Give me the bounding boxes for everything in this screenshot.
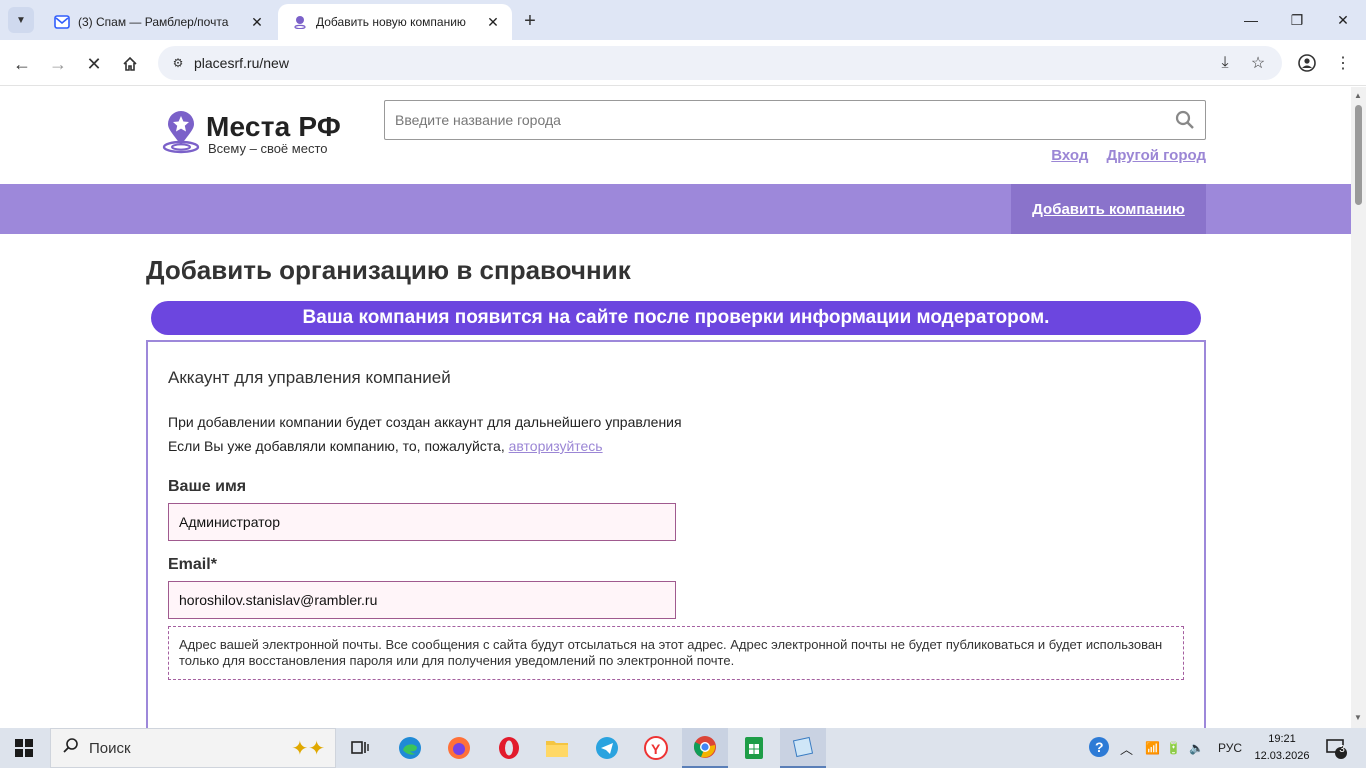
notepad-icon[interactable] [780,728,826,768]
map-pin-icon [292,14,308,30]
bookmark-star-icon[interactable]: ☆ [1245,50,1271,76]
login-prompt-text: Если Вы уже добавляли компанию, то, пожа… [168,438,509,454]
task-view-icon[interactable] [337,728,383,768]
file-explorer-icon[interactable] [534,728,580,768]
close-window-icon[interactable]: ✕ [1320,0,1366,40]
help-icon[interactable]: ? [1088,728,1112,768]
telegram-icon[interactable] [584,728,630,768]
taskbar-search[interactable]: Поиск ✦✦ [50,728,336,768]
site-settings-icon[interactable]: ⚙ [164,56,192,70]
home-icon[interactable] [116,50,144,78]
notifications-icon[interactable]: 3 [1324,736,1348,760]
web-page: Места РФ Всему – своё место Вход Другой … [0,87,1351,728]
main-nav-bar: Добавить компанию [0,184,1351,234]
email-label: Email* [168,556,217,573]
scroll-up-icon[interactable]: ▲ [1354,91,1362,100]
windows-start-icon[interactable] [0,728,48,768]
add-company-link[interactable]: Добавить компанию [1011,184,1206,234]
restore-icon[interactable]: ❐ [1274,0,1320,40]
install-app-icon[interactable]: ⤓ [1212,50,1238,76]
logo-pin-icon [162,111,200,154]
scroll-down-icon[interactable]: ▼ [1354,713,1362,722]
taskbar-search-label: Поиск [89,739,131,757]
notification-count: 3 [1339,744,1345,755]
address-url: placesrf.ru/new [194,55,289,71]
windows-taskbar: Поиск ✦✦ Y ? ︿ 📶 🔋 🔈 РУС 19:21 12.03.202… [0,728,1366,768]
city-search-box [384,100,1206,140]
tab-title: (3) Спам — Рамблер/почта [78,15,229,29]
back-arrow-icon[interactable]: ← [8,50,36,78]
close-tab-icon[interactable]: ✕ [246,11,268,33]
tab-title: Добавить новую компанию [316,15,466,29]
name-label: Ваше имя [168,478,247,495]
tab-search-button[interactable]: ▼ [8,7,34,33]
browser-toolbar: ← → ✕ ⚙ placesrf.ru/new ⤓ ☆ ⋮ [0,40,1366,86]
svg-text:?: ? [1095,739,1104,755]
search-icon [63,737,79,759]
language-indicator[interactable]: РУС [1218,728,1242,768]
search-icon[interactable] [1165,110,1205,130]
browser-tab-bar: ▼ (3) Спам — Рамблер/почта ✕ Добавить но… [0,0,1366,40]
new-tab-plus-icon[interactable]: + [518,9,542,33]
close-tab-icon[interactable]: ✕ [482,11,504,33]
scrollbar-thumb[interactable] [1355,105,1362,205]
forward-arrow-icon[interactable]: → [44,50,72,78]
battery-icon[interactable]: 🔋 [1166,728,1181,768]
section-title: Аккаунт для управления компанией [168,368,451,387]
info-text: При добавлении компании будет создан акк… [168,414,682,430]
email-field[interactable] [168,581,676,619]
clock-time: 19:21 [1268,733,1296,745]
brand-tagline: Всему – своё место [208,141,328,156]
authorize-link[interactable]: авторизуйтесь [509,438,603,454]
site-logo[interactable]: Места РФ Всему – своё место [162,111,362,159]
name-field[interactable] [168,503,676,541]
tab-rambler-mail[interactable]: (3) Спам — Рамблер/почта ✕ [40,4,276,40]
mail-icon [54,14,70,30]
header-links: Вход Другой город [1037,147,1206,164]
svg-text:Y: Y [651,741,661,757]
firefox-icon[interactable] [436,728,482,768]
email-hint: Адрес вашей электронной почты. Все сообщ… [168,626,1184,680]
account-form: Аккаунт для управления компанией При доб… [146,340,1206,728]
system-clock[interactable]: 19:21 12.03.2026 [1252,731,1312,765]
page-scrollbar[interactable]: ▲ ▼ [1351,87,1366,728]
login-prompt: Если Вы уже добавляли компанию, то, пожа… [168,438,603,454]
chrome-icon[interactable] [682,728,728,768]
sparkle-icon: ✦✦ [291,737,325,760]
login-link[interactable]: Вход [1051,147,1088,164]
spreadsheet-icon[interactable] [731,728,777,768]
yandex-browser-icon[interactable]: Y [633,728,679,768]
minimize-icon[interactable]: — [1228,0,1274,40]
chevron-down-icon: ▼ [16,14,26,26]
tray-chevron-up-icon[interactable]: ︿ [1120,728,1133,768]
city-search-input[interactable] [385,101,1165,139]
menu-dots-icon[interactable]: ⋮ [1330,50,1356,76]
clock-date: 12.03.2026 [1254,750,1310,762]
tab-add-company[interactable]: Добавить новую компанию ✕ [278,4,512,40]
address-bar[interactable]: ⚙ placesrf.ru/new [158,46,1282,80]
edge-browser-icon[interactable] [387,728,433,768]
brand-name: Места РФ [206,111,341,142]
other-city-link[interactable]: Другой город [1107,147,1206,164]
stop-loading-icon[interactable]: ✕ [80,50,108,78]
opera-icon[interactable] [486,728,532,768]
page-title: Добавить организацию в справочник [146,255,631,285]
network-icon[interactable]: 📶 [1145,728,1160,768]
moderation-notice: Ваша компания появится на сайте после пр… [151,301,1201,335]
profile-icon[interactable] [1294,50,1320,76]
volume-icon[interactable]: 🔈 [1189,728,1204,768]
